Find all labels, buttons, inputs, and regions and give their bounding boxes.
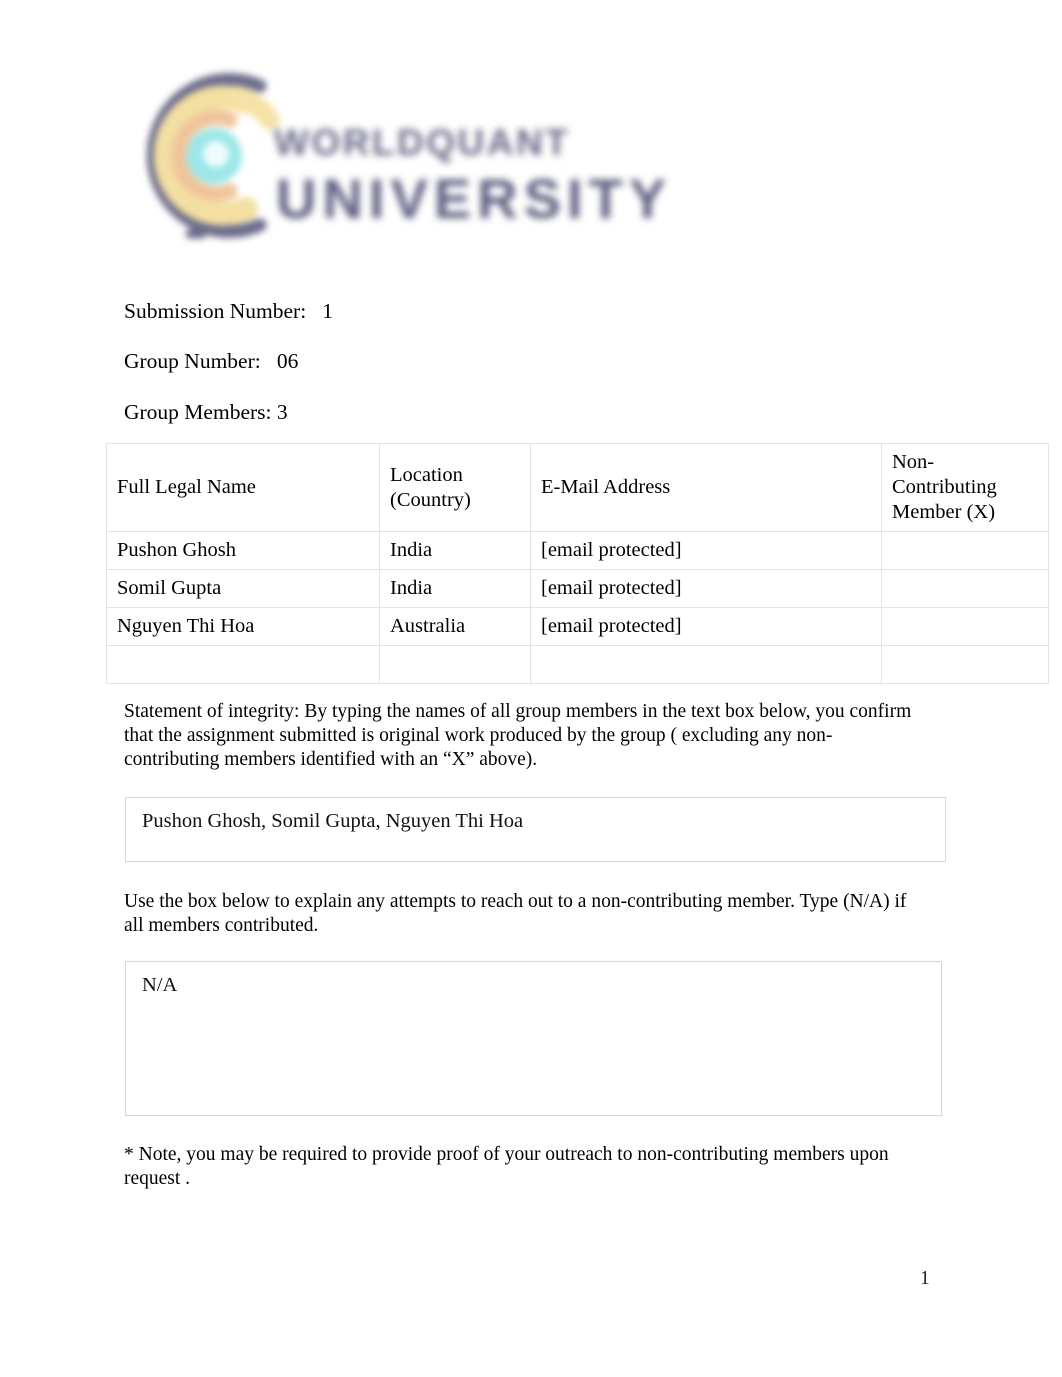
cell-member-location[interactable]: Australia: [379, 607, 531, 646]
table-row: Nguyen Thi Hoa Australia [email protecte…: [106, 607, 1049, 646]
table-row: Somil Gupta India [email protected]: [106, 569, 1049, 608]
table-row: Pushon Ghosh India [email protected]: [106, 531, 1049, 570]
cell-member-email[interactable]: [email protected]: [530, 531, 882, 570]
cell-member-non-contributing[interactable]: [881, 645, 1049, 684]
group-member-names-input[interactable]: Pushon Ghosh, Somil Gupta, Nguyen Thi Ho…: [125, 797, 946, 862]
cell-member-name[interactable]: [106, 645, 380, 684]
outreach-instruction-text: Use the box below to explain any attempt…: [124, 891, 907, 936]
cell-member-location[interactable]: India: [379, 531, 531, 570]
column-header-full-legal-name: Full Legal Name: [106, 443, 380, 532]
group-members-line: Group Members: 3: [124, 400, 288, 424]
outreach-explanation-input[interactable]: N/A: [125, 961, 942, 1116]
footnote-text: * Note, you may be required to provide p…: [124, 1144, 889, 1189]
table-row: [106, 645, 1049, 684]
column-header-location: Location (Country): [379, 443, 531, 532]
group-members-table: Full Legal Name Location (Country) E-Mai…: [106, 443, 1049, 684]
cell-member-email[interactable]: [530, 645, 882, 684]
table-header-row: Full Legal Name Location (Country) E-Mai…: [106, 443, 1049, 532]
cell-member-location[interactable]: [379, 645, 531, 684]
group-number-line: Group Number: 06: [124, 349, 299, 373]
wordmark-line-university: UNIVERSITY: [276, 167, 673, 230]
cell-member-name[interactable]: Pushon Ghosh: [106, 531, 380, 570]
cell-member-non-contributing[interactable]: [881, 569, 1049, 608]
column-header-email: E-Mail Address: [530, 443, 882, 532]
submission-number-line: Submission Number: 1: [124, 299, 334, 323]
university-logo: WORLDQUANT UNIVERSITY: [118, 50, 718, 260]
statement-of-integrity-text: Statement of integrity: By typing the na…: [124, 701, 912, 770]
column-header-non-contributing-member: Non-Contributing Member (X): [881, 443, 1049, 532]
cell-member-location[interactable]: India: [379, 569, 531, 608]
cell-member-email[interactable]: [email protected]: [530, 607, 882, 646]
university-wordmark: WORLDQUANT UNIVERSITY: [256, 122, 716, 252]
cell-member-email[interactable]: [email protected]: [530, 569, 882, 608]
page-number: 1: [920, 1268, 930, 1289]
cell-member-non-contributing[interactable]: [881, 607, 1049, 646]
cell-member-name[interactable]: Somil Gupta: [106, 569, 380, 608]
wordmark-line-worldquant: WORLDQUANT: [274, 122, 571, 163]
cell-member-name[interactable]: Nguyen Thi Hoa: [106, 607, 380, 646]
cell-member-non-contributing[interactable]: [881, 531, 1049, 570]
